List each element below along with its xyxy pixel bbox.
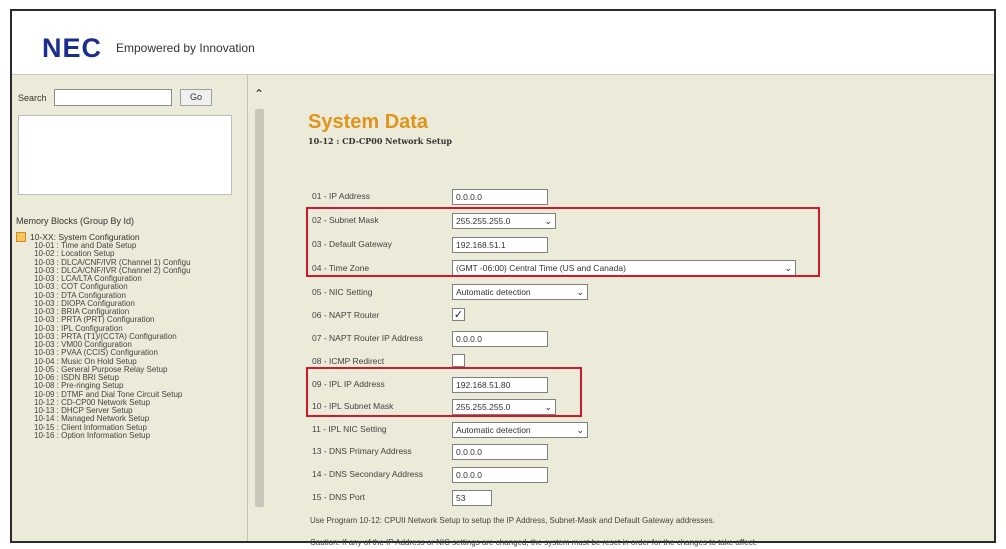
search-label: Search (18, 93, 47, 103)
napt-router-ip-input[interactable]: 0.0.0.0 (452, 331, 548, 347)
memory-block-item[interactable]: 10-03 : COT Configuration (34, 283, 244, 291)
memory-block-item[interactable]: 10-03 : IPL Configuration (34, 325, 244, 333)
napt-router-checkbox[interactable]: ✓ (452, 308, 465, 321)
dns-port-label: 15 - DNS Port (312, 492, 365, 502)
memory-block-item[interactable]: 10-08 : Pre-ringing Setup (34, 382, 244, 390)
dns-primary-input[interactable]: 0.0.0.0 (452, 444, 548, 460)
highlight-box-ipl (306, 367, 582, 417)
page-title: System Data (308, 111, 429, 133)
nec-logo: NEC (42, 33, 103, 63)
memory-block-item[interactable]: 10-12 : CD-CP00 Network Setup (34, 399, 244, 407)
memory-block-item[interactable]: 10-04 : Music On Hold Setup (34, 358, 244, 366)
go-button[interactable]: Go (180, 89, 212, 106)
memory-block-item[interactable]: 10-03 : LCA/LTA Configuration (34, 275, 244, 283)
memory-block-item[interactable]: 10-02 : Location Setup (34, 250, 244, 258)
app-window: NEC Empowered by Innovation Search Go Me… (10, 9, 996, 547)
search-input[interactable] (54, 89, 172, 106)
icmp-redirect-checkbox[interactable] (452, 354, 465, 367)
memory-block-item[interactable]: 10-03 : PRTA (T1)/(CCTA) Configuration (34, 333, 244, 341)
sidebar: Search Go Memory Blocks (Group By Id) 10… (12, 75, 248, 541)
sidebar-scrollbar[interactable]: ⌃ (248, 75, 270, 541)
memory-block-item[interactable]: 10-03 : PRTA (PRT) Configuration (34, 316, 244, 324)
header: NEC Empowered by Innovation (12, 11, 994, 75)
folder-icon[interactable] (16, 232, 26, 242)
memory-block-item[interactable]: 10-03 : DTA Configuration (34, 292, 244, 300)
memory-block-item[interactable]: 10-03 : DIOPA Configuration (34, 300, 244, 308)
dns-secondary-label: 14 - DNS Secondary Address (312, 469, 424, 479)
search-results-box[interactable] (18, 115, 232, 195)
usage-note: Use Program 10-12: CPUII Network Setup t… (310, 516, 715, 525)
page-subtitle: 10-12 : CD-CP00 Network Setup (308, 136, 453, 146)
memory-block-item[interactable]: 10-13 : DHCP Server Setup (34, 407, 244, 415)
memory-blocks-title: Memory Blocks (Group By Id) (16, 216, 135, 226)
napt-router-label: 06 - NAPT Router (312, 310, 380, 320)
memory-block-item[interactable]: 10-16 : Option Information Setup (34, 432, 244, 440)
nic-setting-value: Automatic detection (456, 287, 531, 297)
memory-block-item[interactable]: 10-14 : Managed Network Setup (34, 415, 244, 423)
dns-port-input[interactable]: 53 (452, 490, 492, 506)
caution-note: Caution: If any of the IP Address or NIC… (310, 538, 758, 547)
nic-setting-select[interactable]: Automatic detection ⌄ (452, 284, 588, 300)
icmp-redirect-label: 08 - ICMP Redirect (312, 356, 385, 366)
memory-block-item[interactable]: 10-01 : Time and Date Setup (34, 242, 244, 250)
ip-address-label: 01 - IP Address (312, 191, 370, 201)
ip-address-input[interactable]: 0.0.0.0 (452, 189, 548, 205)
memory-block-item[interactable]: 10-03 : DLCA/CNF/IVR (Channel 1) Configu (34, 259, 244, 267)
memory-block-item[interactable]: 10-15 : Client Information Setup (34, 424, 244, 432)
scrollbar-thumb[interactable] (255, 109, 264, 507)
napt-router-ip-label: 07 - NAPT Router IP Address (312, 333, 423, 343)
memory-block-item[interactable]: 10-03 : DLCA/CNF/IVR (Channel 2) Configu (34, 267, 244, 275)
ipl-nic-setting-select[interactable]: Automatic detection ⌄ (452, 422, 588, 438)
main-content: System Data 10-12 : CD-CP00 Network Setu… (270, 75, 994, 547)
nic-setting-label: 05 - NIC Setting (312, 287, 373, 297)
memory-block-item[interactable]: 10-05 : General Purpose Relay Setup (34, 366, 244, 374)
tagline: Empowered by Innovation (116, 41, 255, 55)
highlight-box-network (306, 207, 820, 277)
memory-block-item[interactable]: 10-03 : PVAA (CCIS) Configuration (34, 349, 244, 357)
tree-root-system-configuration[interactable]: 10-XX: System Configuration (30, 232, 140, 242)
chevron-down-icon: ⌄ (576, 425, 584, 435)
chevron-up-icon[interactable]: ⌃ (251, 87, 267, 101)
memory-block-list: 10-01 : Time and Date Setup 10-02 : Locat… (34, 242, 244, 440)
memory-block-item[interactable]: 10-06 : ISDN BRI Setup (34, 374, 244, 382)
memory-block-item[interactable]: 10-09 : DTMF and Dial Tone Circuit Setup (34, 391, 244, 399)
memory-block-item[interactable]: 10-03 : VM00 Configuration (34, 341, 244, 349)
ipl-nic-setting-label: 11 - IPL NIC Setting (312, 424, 387, 434)
chevron-down-icon: ⌄ (576, 287, 584, 297)
ipl-nic-setting-value: Automatic detection (456, 425, 531, 435)
memory-block-item[interactable]: 10-03 : BRIA Configuration (34, 308, 244, 316)
dns-primary-label: 13 - DNS Primary Address (312, 446, 412, 456)
dns-secondary-input[interactable]: 0.0.0.0 (452, 467, 548, 483)
